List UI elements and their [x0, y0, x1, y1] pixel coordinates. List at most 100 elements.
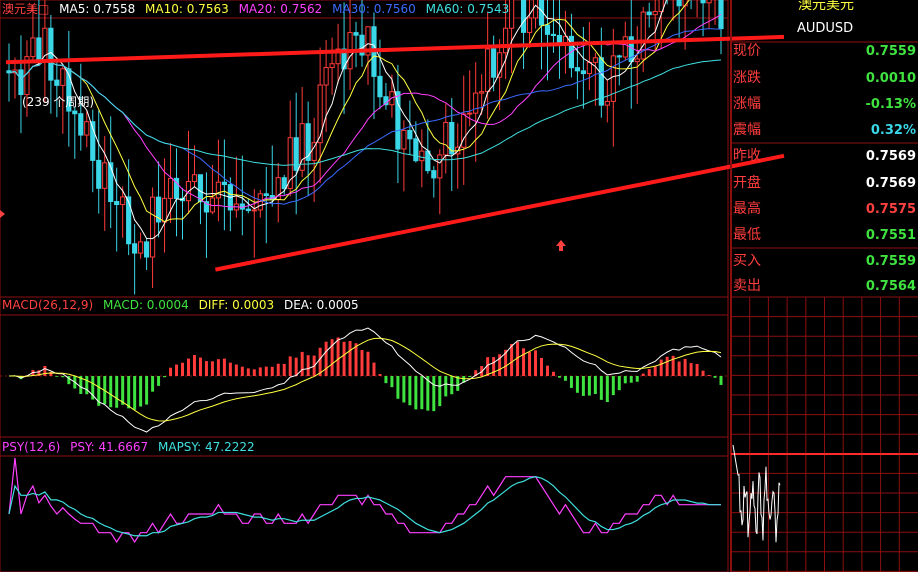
candle — [676, 0, 682, 38]
quote-label: 现价 — [733, 43, 761, 59]
candle — [690, 0, 692, 10]
legend-psy-value: PSY: 41.6667 — [70, 440, 148, 454]
candle — [610, 28, 616, 147]
legend-diff-value: DIFF: 0.0003 — [199, 298, 275, 312]
lower-trend-line — [215, 153, 785, 272]
candle — [520, 0, 527, 69]
candle — [714, 0, 716, 25]
period-annotation: (239 个周期) — [22, 95, 94, 109]
quote-value: 0.7569 — [866, 149, 916, 164]
legend-psy: PSY(12,6) PSY: 41.6667 MAPSY: 47.2222 — [2, 440, 255, 454]
quote-value: -0.13% — [866, 97, 917, 112]
legend-ma20: MA20: 0.7562 — [239, 2, 323, 16]
up-arrow-icon — [556, 240, 566, 251]
candle — [18, 35, 24, 134]
candle — [628, 0, 634, 109]
quote-code: AUDUSD — [797, 21, 853, 36]
candle — [263, 166, 269, 244]
candle — [209, 164, 216, 215]
candle — [215, 139, 222, 222]
quote-value: 0.7551 — [866, 228, 916, 243]
mini-tick-grid — [730, 296, 918, 572]
quote-label: 买入 — [733, 253, 761, 269]
legend-ma60: MA60: 0.7543 — [426, 2, 510, 16]
candle — [227, 177, 233, 232]
candle — [221, 139, 227, 231]
candle — [616, 54, 622, 86]
candle — [532, 0, 539, 29]
psy-lines — [8, 457, 722, 544]
candle — [341, 2, 347, 114]
legend-macd-value: MACD: 0.0004 — [103, 298, 189, 312]
candle — [365, 26, 371, 85]
legend-ma30: MA30: 0.7560 — [332, 2, 416, 16]
candle — [90, 109, 96, 193]
chart-frames — [0, 0, 729, 572]
candle — [185, 130, 192, 214]
candle — [191, 145, 198, 188]
legend-dea-value: DEA: 0.0005 — [284, 298, 359, 312]
quote-label: 震幅 — [733, 122, 761, 138]
quote-label: 昨收 — [733, 148, 761, 164]
candle — [72, 107, 78, 159]
candle — [556, 0, 563, 79]
candle — [473, 62, 479, 162]
left-marker-icon — [0, 210, 5, 218]
candle — [371, 12, 377, 119]
quote-value: 0.0010 — [866, 71, 916, 86]
macd-histogram — [13, 337, 723, 412]
candle — [335, 23, 341, 84]
candle — [696, 0, 698, 18]
candle — [544, 0, 551, 81]
mini-tick-line — [732, 444, 781, 543]
legend-macd: MACD(26,12,9) MACD: 0.0004 DIFF: 0.0003 … — [2, 298, 359, 312]
mapsy-line — [8, 476, 722, 537]
candle — [443, 103, 449, 174]
quote-value: 0.32% — [871, 123, 916, 138]
candle — [455, 123, 461, 189]
candle — [437, 149, 443, 215]
candle — [66, 30, 72, 147]
quote-label: 开盘 — [733, 174, 761, 191]
candle — [144, 237, 150, 271]
candle — [155, 161, 162, 238]
quote-value: 0.7559 — [866, 44, 916, 59]
candle — [305, 101, 311, 197]
candle — [353, 21, 359, 68]
candle — [706, 0, 712, 29]
legend-mapsy-value: MAPSY: 47.2222 — [158, 440, 255, 454]
quote-value: 0.7569 — [866, 176, 916, 191]
candle — [407, 100, 413, 156]
candle — [586, 22, 592, 91]
quote-label: 最低 — [733, 227, 761, 243]
candle — [431, 166, 437, 198]
candle — [293, 92, 299, 215]
quote-value: 0.7559 — [866, 254, 916, 269]
candle — [449, 98, 455, 191]
candle — [718, 0, 724, 55]
candle — [257, 189, 263, 218]
kline-chart[interactable]: 澳元美□ MA5: 0.7558 MA10: 0.7563 MA20: 0.75… — [0, 0, 918, 572]
candle — [401, 120, 407, 192]
candle — [592, 52, 598, 106]
candle — [395, 65, 401, 184]
quote-panel: 澳元美元 AUDUSD 现价 0.7559 涨跌 0.0010 涨幅 -0.13% 震幅 0.… — [730, 0, 918, 572]
quote-value: 0.7575 — [866, 202, 916, 217]
candle — [329, 37, 335, 95]
legend-macd-name: MACD(26,12,9) — [2, 298, 93, 312]
quote-label: 卖出 — [733, 278, 761, 294]
upper-trend-line — [5, 34, 785, 65]
legend-ma5: MA5: 0.7558 — [59, 2, 135, 16]
candle — [179, 188, 186, 240]
legend-ma10: MA10: 0.7563 — [145, 2, 229, 16]
candle — [173, 148, 180, 237]
candle — [479, 74, 485, 115]
candle — [132, 224, 138, 295]
candle — [203, 172, 210, 258]
candle — [646, 2, 652, 28]
quote-value: 0.7564 — [866, 279, 916, 294]
quote-label: 涨跌 — [733, 70, 761, 86]
candle — [383, 82, 389, 110]
legend-psy-name: PSY(12,6) — [2, 440, 60, 454]
candle — [419, 129, 425, 188]
